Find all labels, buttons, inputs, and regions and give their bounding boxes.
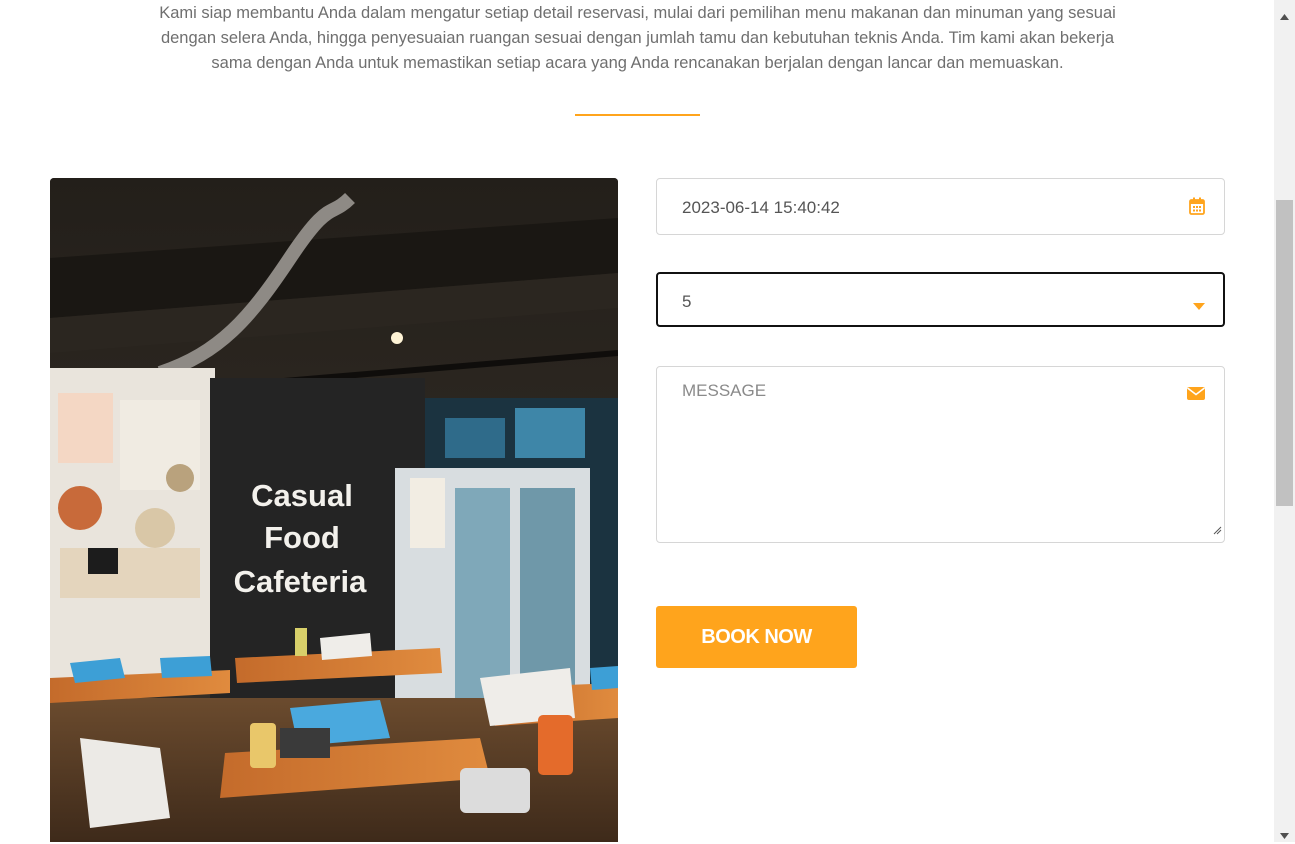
sign-text-line1: Casual <box>251 478 353 513</box>
resize-handle[interactable] <box>1213 522 1222 540</box>
guests-value: 5 <box>682 292 692 311</box>
datetime-value: 2023-06-14 15:40:42 <box>682 198 840 217</box>
sign-text-line2: Food <box>264 520 340 555</box>
cafeteria-photo: Casual Food Cafeteria <box>50 178 618 842</box>
scroll-up-arrow-icon[interactable] <box>1280 7 1289 25</box>
datetime-field[interactable]: 2023-06-14 15:40:42 <box>656 178 1225 235</box>
vertical-scrollbar[interactable] <box>1274 0 1295 842</box>
intro-paragraph: Kami siap membantu Anda dalam mengatur s… <box>159 3 1116 72</box>
scroll-down-arrow-icon[interactable] <box>1280 826 1289 844</box>
scrollbar-thumb[interactable] <box>1276 200 1293 506</box>
calendar-icon <box>1189 197 1205 220</box>
accent-divider <box>575 114 700 116</box>
message-textarea[interactable]: MESSAGE <box>656 366 1225 543</box>
guests-select[interactable]: 5 <box>656 272 1225 327</box>
sign-text-line3: Cafeteria <box>234 564 367 599</box>
book-now-button[interactable]: BOOK NOW <box>656 606 857 668</box>
envelope-icon <box>1187 387 1205 405</box>
caret-down-icon <box>1193 297 1205 315</box>
message-placeholder: MESSAGE <box>682 381 767 400</box>
booking-section: Kami siap membantu Anda dalam mengatur s… <box>0 0 1274 842</box>
